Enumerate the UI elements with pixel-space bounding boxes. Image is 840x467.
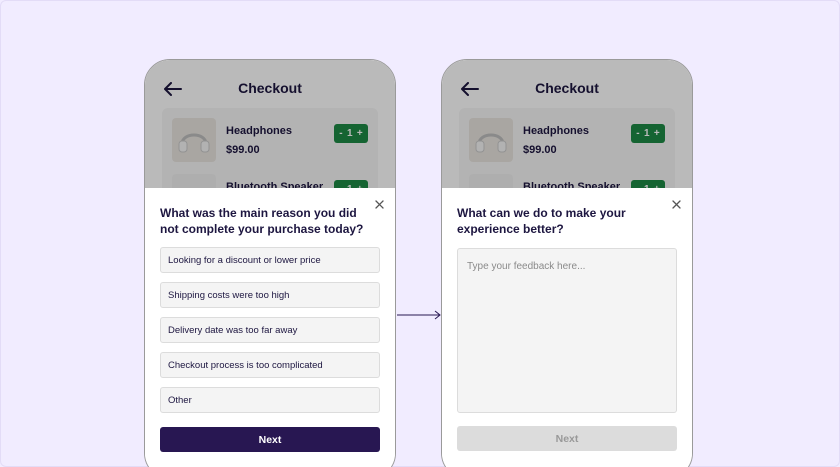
survey-question: What was the main reason you did not com… bbox=[160, 206, 364, 236]
phone-screen-survey-reasons: Checkout Headphones $99.00 - 1 + Bluetoo… bbox=[144, 59, 396, 467]
survey-option[interactable]: Other bbox=[160, 387, 380, 413]
close-icon[interactable] bbox=[373, 198, 385, 210]
modal-backdrop[interactable] bbox=[442, 60, 692, 188]
survey-bottom-sheet: What was the main reason you did not com… bbox=[145, 188, 395, 467]
next-button[interactable]: Next bbox=[160, 427, 380, 452]
arrow-right-icon bbox=[397, 310, 441, 320]
close-icon[interactable] bbox=[670, 198, 682, 210]
feedback-bottom-sheet: What can we do to make your experience b… bbox=[442, 188, 692, 467]
canvas-frame bbox=[0, 0, 840, 467]
survey-option[interactable]: Looking for a discount or lower price bbox=[160, 247, 380, 273]
next-button[interactable]: Next bbox=[457, 426, 677, 451]
survey-question: What can we do to make your experience b… bbox=[457, 206, 626, 236]
survey-option[interactable]: Checkout process is too complicated bbox=[160, 352, 380, 378]
survey-option[interactable]: Delivery date was too far away bbox=[160, 317, 380, 343]
survey-option[interactable]: Shipping costs were too high bbox=[160, 282, 380, 308]
phone-screen-survey-feedback: Checkout Headphones $99.00 - 1 + Bluetoo… bbox=[441, 59, 693, 467]
feedback-textarea[interactable] bbox=[457, 248, 677, 413]
modal-backdrop[interactable] bbox=[145, 60, 395, 188]
